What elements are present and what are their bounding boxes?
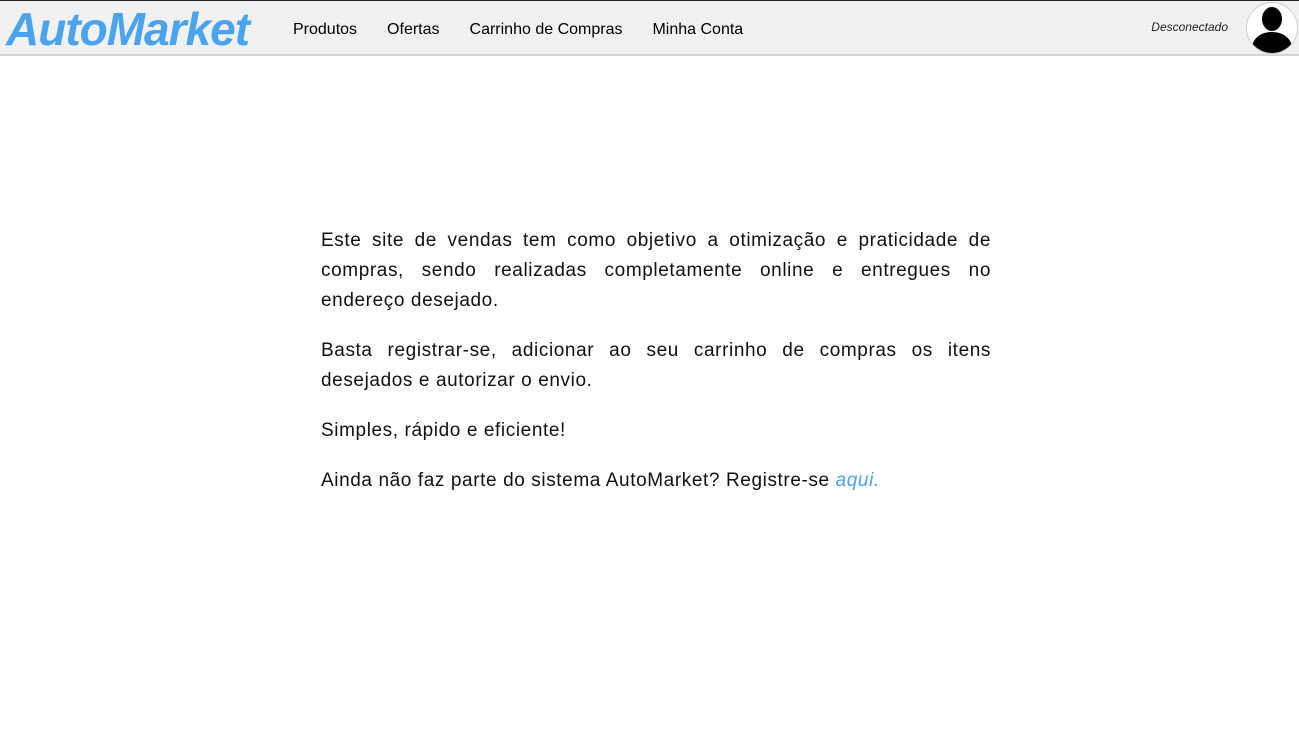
register-prompt-text: Ainda não faz parte do sistema AutoMarke… [321, 470, 836, 491]
nav-item-ofertas[interactable]: Ofertas [387, 18, 439, 40]
top-navbar: AutoMarket Produtos Ofertas Carrinho de … [0, 0, 1299, 56]
register-link[interactable]: aqui. [836, 470, 880, 491]
nav-item-carrinho-de-compras[interactable]: Carrinho de Compras [470, 18, 623, 40]
main-nav: Produtos Ofertas Carrinho de Compras Min… [293, 1, 743, 57]
intro-paragraph: Este site de vendas tem como objetivo a … [321, 230, 991, 311]
user-avatar[interactable] [1246, 2, 1298, 54]
tagline-paragraph: Simples, rápido e eficiente! [321, 420, 566, 441]
automarket-logo[interactable]: AutoMarket [6, 3, 250, 55]
user-silhouette-icon [1251, 7, 1293, 53]
nav-item-minha-conta[interactable]: Minha Conta [652, 18, 743, 40]
nav-item-produtos[interactable]: Produtos [293, 18, 357, 40]
intro-section: Este site de vendas tem como objetivo a … [321, 226, 991, 516]
connection-status: Desconectado [1151, 20, 1228, 34]
register-paragraph: Ainda não faz parte do sistema AutoMarke… [321, 466, 991, 496]
instructions-paragraph: Basta registrar-se, adicionar ao seu car… [321, 340, 991, 391]
